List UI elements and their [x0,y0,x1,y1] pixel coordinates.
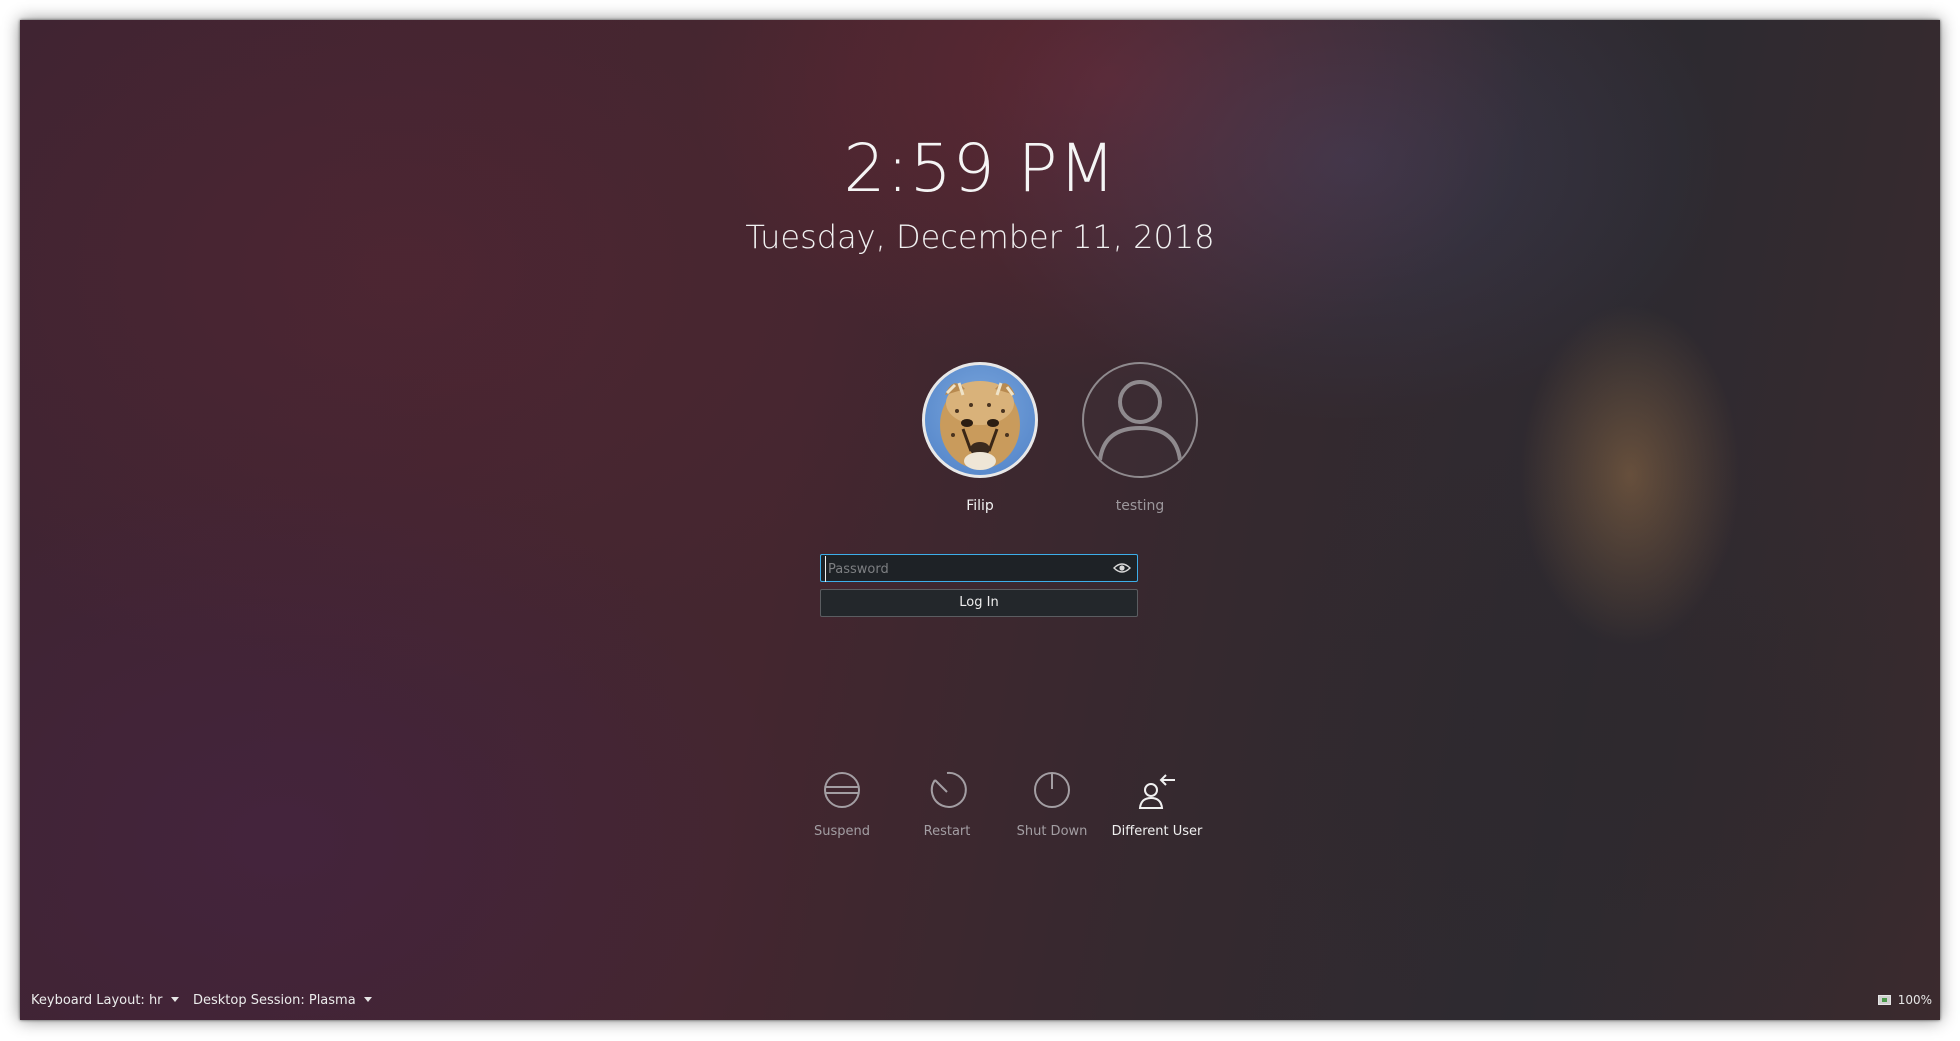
different-user-button[interactable]: Different User [1102,768,1212,839]
desktop-session-selector[interactable]: Desktop Session: Plasma [193,993,372,1008]
shutdown-label: Shut Down [1016,824,1088,839]
lock-screen: 2:59 PM Tuesday, December 11, 2018 Filip [20,20,1940,1020]
cheetah-avatar-icon [922,362,1038,478]
restart-button[interactable]: Restart [892,768,1002,839]
password-field [820,554,1138,582]
chevron-down-icon [363,997,372,1002]
user-name-filip: Filip [966,498,994,514]
desktop-session-label: Desktop Session: Plasma [193,993,356,1008]
battery-indicator: 100% [1877,993,1932,1007]
password-input[interactable] [825,556,1102,582]
keyboard-layout-label: Keyboard Layout: hr [31,993,163,1008]
switch-user-icon [1135,768,1179,812]
battery-icon [1877,995,1891,1005]
user-icon [1082,362,1198,478]
shutdown-icon [1030,768,1074,812]
different-user-label: Different User [1111,824,1203,839]
clock-time: 2:59 PM [843,130,1117,207]
suspend-label: Suspend [813,824,870,839]
user-card-filip[interactable]: Filip [900,362,1060,514]
clock-date: Tuesday, December 11, 2018 [745,218,1215,256]
login-button[interactable]: Log In [820,589,1138,617]
restart-icon [925,768,969,812]
suspend-icon [820,768,864,812]
battery-percent: 100% [1897,993,1932,1007]
restart-label: Restart [923,824,971,839]
keyboard-layout-selector[interactable]: Keyboard Layout: hr [31,993,179,1008]
shutdown-button[interactable]: Shut Down [997,768,1107,839]
eye-icon[interactable] [1113,560,1131,576]
user-name-testing: testing [1115,498,1165,514]
suspend-button[interactable]: Suspend [787,768,897,839]
user-card-testing[interactable]: testing [1060,362,1220,514]
chevron-down-icon [170,997,179,1002]
